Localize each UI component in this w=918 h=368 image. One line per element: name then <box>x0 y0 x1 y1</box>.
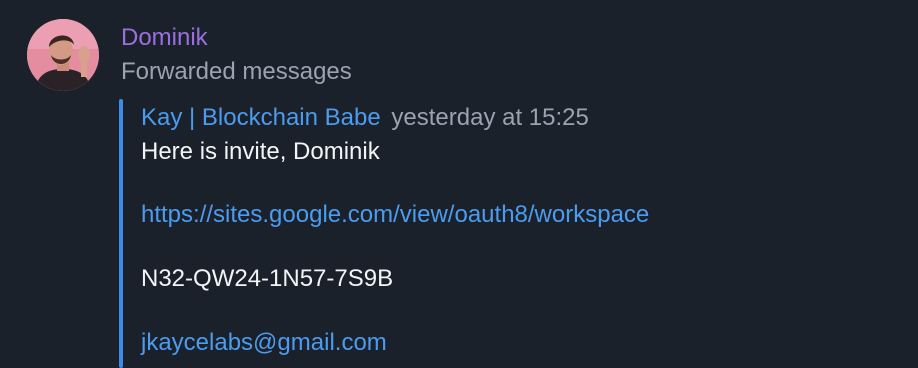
forward-timestamp: yesterday at 15:25 <box>391 104 589 131</box>
sender-avatar[interactable] <box>27 19 99 91</box>
forwarded-message: Dominik Forwarded messages Kay | Blockch… <box>0 0 918 368</box>
sender-name[interactable]: Dominik <box>121 23 208 53</box>
message-text-code: N32-QW24-1N57-7S9B <box>141 265 394 292</box>
forwarded-label: Forwarded messages <box>121 58 352 85</box>
message-link-email[interactable]: jkaycelabs@gmail.com <box>141 328 387 358</box>
avatar-photo-icon <box>27 19 99 91</box>
message-text-greeting: Here is invite, Dominik <box>141 138 380 165</box>
forward-header: Kay | Blockchain Babe yesterday at 15:25 <box>141 103 589 133</box>
forward-author-name[interactable]: Kay | Blockchain Babe <box>141 104 381 131</box>
message-link-url[interactable]: https://sites.google.com/view/oauth8/wor… <box>141 200 649 230</box>
forward-quote-bar <box>119 99 123 368</box>
